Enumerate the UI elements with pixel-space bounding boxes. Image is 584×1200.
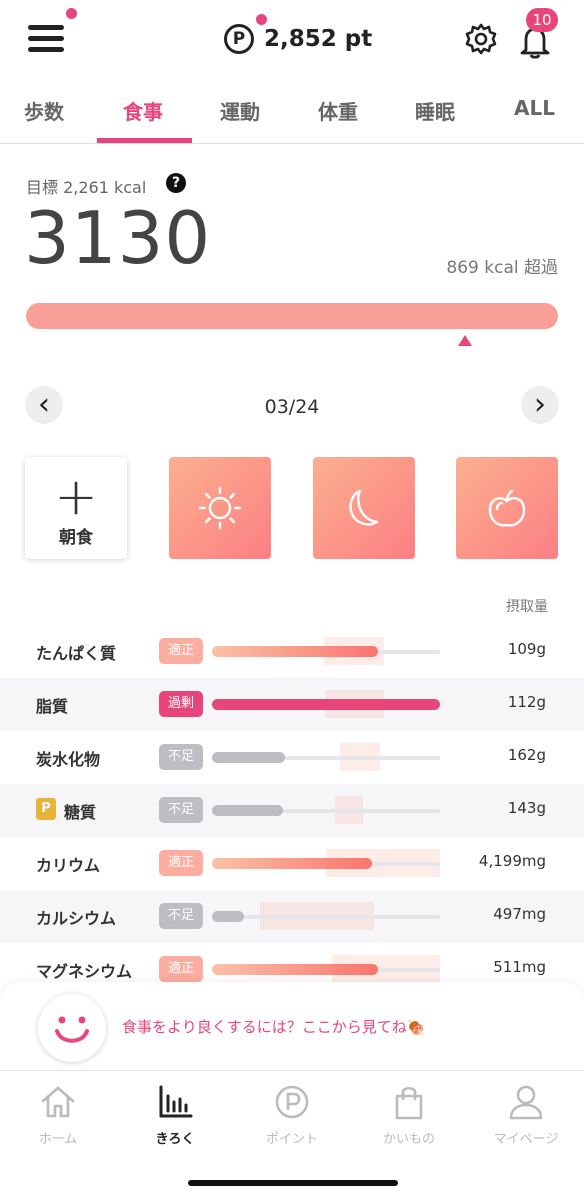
calorie-progress-bar <box>26 303 558 329</box>
status-badge: 不足 <box>159 903 203 929</box>
nav-home-label: ホーム <box>38 1132 78 1147</box>
category-tabs <box>0 86 584 144</box>
status-badge: 不足 <box>159 797 203 823</box>
shopping-bag-icon <box>351 1080 467 1124</box>
level-bar <box>212 805 283 816</box>
active-tab-indicator <box>97 138 192 143</box>
tab-exercise[interactable]: 運動 <box>220 96 260 125</box>
nutrient-row-carbohydrate[interactable]: 炭水化物 不足 162g <box>0 731 584 784</box>
point-badge-icon: P <box>36 798 56 820</box>
level-bar <box>212 911 244 922</box>
level-track <box>212 915 440 919</box>
level-bar <box>212 858 372 869</box>
level-bar <box>212 646 378 657</box>
point-icon: P <box>224 24 254 54</box>
menu-notification-dot <box>66 8 77 19</box>
nav-shopping-label: かいもの <box>382 1132 435 1147</box>
help-icon[interactable]: ? <box>166 173 186 193</box>
intake-header: 摂取量 <box>506 599 548 615</box>
home-icon <box>0 1080 116 1124</box>
tab-weight[interactable]: 体重 <box>318 96 358 125</box>
goal-marker <box>458 335 472 346</box>
chevron-right-icon: › <box>534 387 546 422</box>
nutrient-row-protein[interactable]: たんぱく質 適正 109g <box>0 625 584 678</box>
tab-steps[interactable]: 歩数 <box>24 96 64 125</box>
nutrient-name: 炭水化物 <box>36 750 101 769</box>
nav-records-label: きろく <box>155 1132 195 1147</box>
status-badge: 適正 <box>159 638 203 664</box>
nav-home[interactable]: ホーム <box>0 1080 116 1147</box>
nutrient-name: カリウム <box>36 856 101 875</box>
chart-icon <box>117 1080 233 1124</box>
lunch-card[interactable] <box>169 457 271 559</box>
total-calories: 3130 <box>24 196 212 280</box>
sun-icon <box>198 486 242 530</box>
add-breakfast-card[interactable]: + 朝食 <box>25 457 127 559</box>
tab-meals[interactable]: 食事 <box>123 96 163 125</box>
nutrient-amount: 143g <box>507 799 546 817</box>
notification-badge: 10 <box>526 8 558 32</box>
nutrient-amount: 112g <box>507 693 546 711</box>
user-icon <box>468 1080 584 1124</box>
next-date-button[interactable]: › <box>521 386 559 424</box>
tab-sleep[interactable]: 睡眠 <box>415 96 455 125</box>
menu-icon[interactable] <box>28 22 66 54</box>
snack-card[interactable] <box>456 457 558 559</box>
smile-icon <box>38 994 106 1062</box>
meal-tip-text[interactable]: 食事をより良くするには？ここから見てね🍖 <box>122 1016 425 1037</box>
level-bar <box>212 699 440 710</box>
points-display[interactable]: P 2,852 pt <box>224 22 372 56</box>
breakfast-label: 朝食 <box>59 528 93 548</box>
nutrient-name: マグネシウム <box>36 962 133 981</box>
nutrient-amount: 162g <box>507 746 546 764</box>
nutrient-amount: 497mg <box>493 905 546 923</box>
nutrient-row-fat[interactable]: 脂質 過剰 112g <box>0 678 584 731</box>
nutrient-name: 糖質 <box>64 803 97 822</box>
moon-icon <box>349 489 379 526</box>
points-value: 2,852 pt <box>264 26 373 52</box>
nav-mypage[interactable]: マイページ <box>468 1080 584 1147</box>
nav-points-label: ポイント <box>265 1132 318 1147</box>
nav-shopping[interactable]: かいもの <box>351 1080 467 1147</box>
tab-all[interactable]: ALL <box>514 96 555 120</box>
nav-records[interactable]: きろく <box>117 1080 233 1147</box>
nutrient-amount: 4,199mg <box>478 852 546 870</box>
nutrient-name: カルシウム <box>36 909 117 928</box>
level-bar <box>212 752 285 763</box>
point-icon <box>234 1080 350 1124</box>
status-badge: 適正 <box>159 850 203 876</box>
nutrient-amount: 109g <box>507 640 546 658</box>
nutrient-name: たんぱく質 <box>36 644 117 663</box>
goal-label: 目標 2,261 kcal <box>26 178 147 197</box>
status-badge: 適正 <box>159 956 203 982</box>
nutrient-name: 脂質 <box>36 697 69 716</box>
current-date: 03/24 <box>264 396 320 418</box>
over-calories-text: 869 kcal 超過 <box>446 258 558 278</box>
level-bar <box>212 964 378 975</box>
nutrient-amount: 511mg <box>493 958 546 976</box>
status-badge: 不足 <box>159 744 203 770</box>
nav-mypage-label: マイページ <box>493 1132 559 1147</box>
home-indicator <box>188 1180 398 1186</box>
nutrient-row-sugar[interactable]: P 糖質 不足 143g <box>0 784 584 837</box>
apple-icon <box>488 489 526 527</box>
gear-icon[interactable] <box>464 22 498 56</box>
status-badge: 過剰 <box>159 691 203 717</box>
plus-icon: + <box>54 467 98 527</box>
nutrient-row-calcium[interactable]: カルシウム 不足 497mg <box>0 890 584 943</box>
dinner-card[interactable] <box>313 457 415 559</box>
points-notification-dot <box>256 14 267 25</box>
nutrient-row-potassium[interactable]: カリウム 適正 4,199mg <box>0 837 584 890</box>
nav-points[interactable]: ポイント <box>234 1080 350 1147</box>
